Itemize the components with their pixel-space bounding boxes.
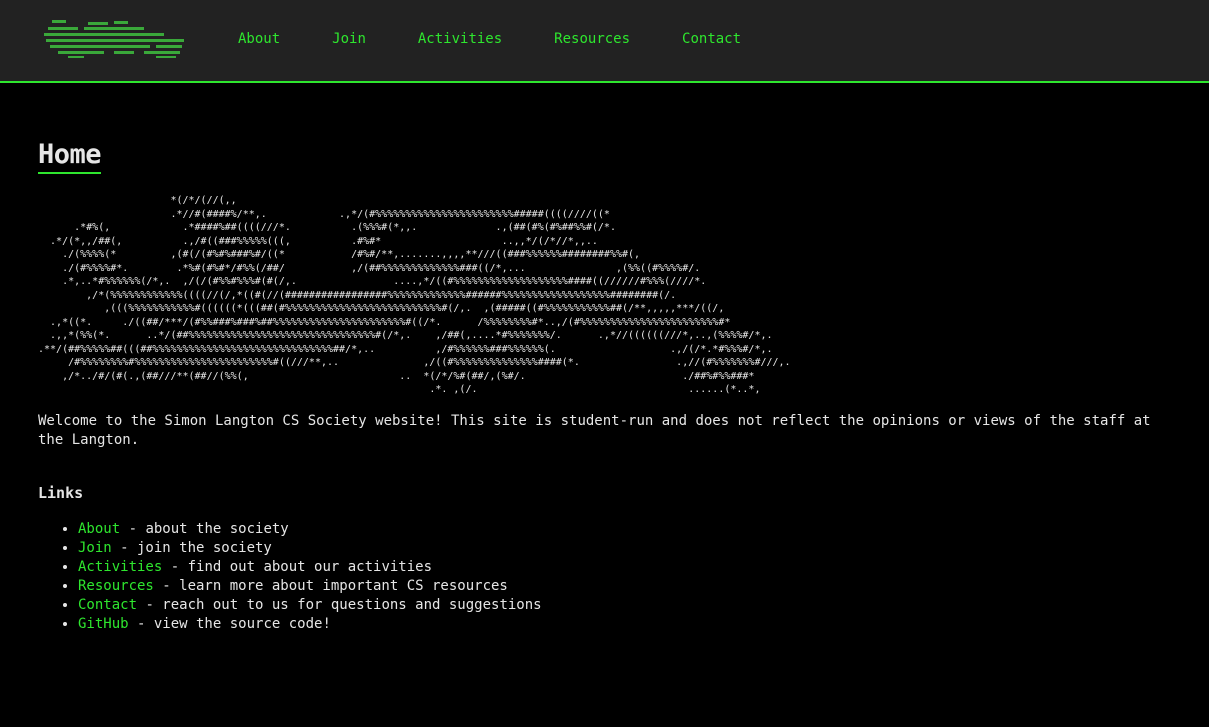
main-nav: About Join Activities Resources Contact <box>238 31 793 47</box>
nav-resources[interactable]: Resources <box>554 31 630 47</box>
link-about[interactable]: About <box>78 521 120 537</box>
links-heading: Links <box>38 483 84 502</box>
list-item: Join - join the society <box>78 539 1171 558</box>
ascii-art-logo[interactable] <box>44 18 186 60</box>
links-list: About - about the society Join - join th… <box>38 520 1171 634</box>
list-item: GitHub - view the source code! <box>78 615 1171 634</box>
link-description: - learn more about important CS resource… <box>153 577 508 594</box>
link-resources[interactable]: Resources <box>78 578 154 594</box>
nav-join[interactable]: Join <box>332 31 366 47</box>
link-join[interactable]: Join <box>78 540 112 556</box>
link-contact[interactable]: Contact <box>78 597 137 613</box>
nav-contact[interactable]: Contact <box>682 31 741 47</box>
list-item: Resources - learn more about important C… <box>78 577 1171 596</box>
list-item: Contact - reach out to us for questions … <box>78 596 1171 615</box>
link-github[interactable]: GitHub <box>78 616 129 632</box>
link-activities[interactable]: Activities <box>78 559 162 575</box>
ascii-art-banner: *(/*/(//(,, .*//#(####%/**,. .,*/(#%%%%%… <box>38 195 791 395</box>
page-title: Home <box>38 139 102 174</box>
list-item: Activities - find out about our activiti… <box>78 558 1171 577</box>
link-description: - reach out to us for questions and sugg… <box>137 596 542 613</box>
main-content: Home *(/*/(//(,, .*//#(####%/**,. .,*/(#… <box>0 83 1209 634</box>
list-item: About - about the society <box>78 520 1171 539</box>
link-description: - about the society <box>120 520 289 537</box>
welcome-text: Welcome to the Simon Langton CS Society … <box>38 412 1151 448</box>
link-description: - find out about our activities <box>162 558 433 575</box>
nav-about[interactable]: About <box>238 31 280 47</box>
link-description: - view the source code! <box>128 615 331 632</box>
top-navbar: About Join Activities Resources Contact <box>0 0 1209 83</box>
link-description: - join the society <box>111 539 272 556</box>
nav-activities[interactable]: Activities <box>418 31 502 47</box>
